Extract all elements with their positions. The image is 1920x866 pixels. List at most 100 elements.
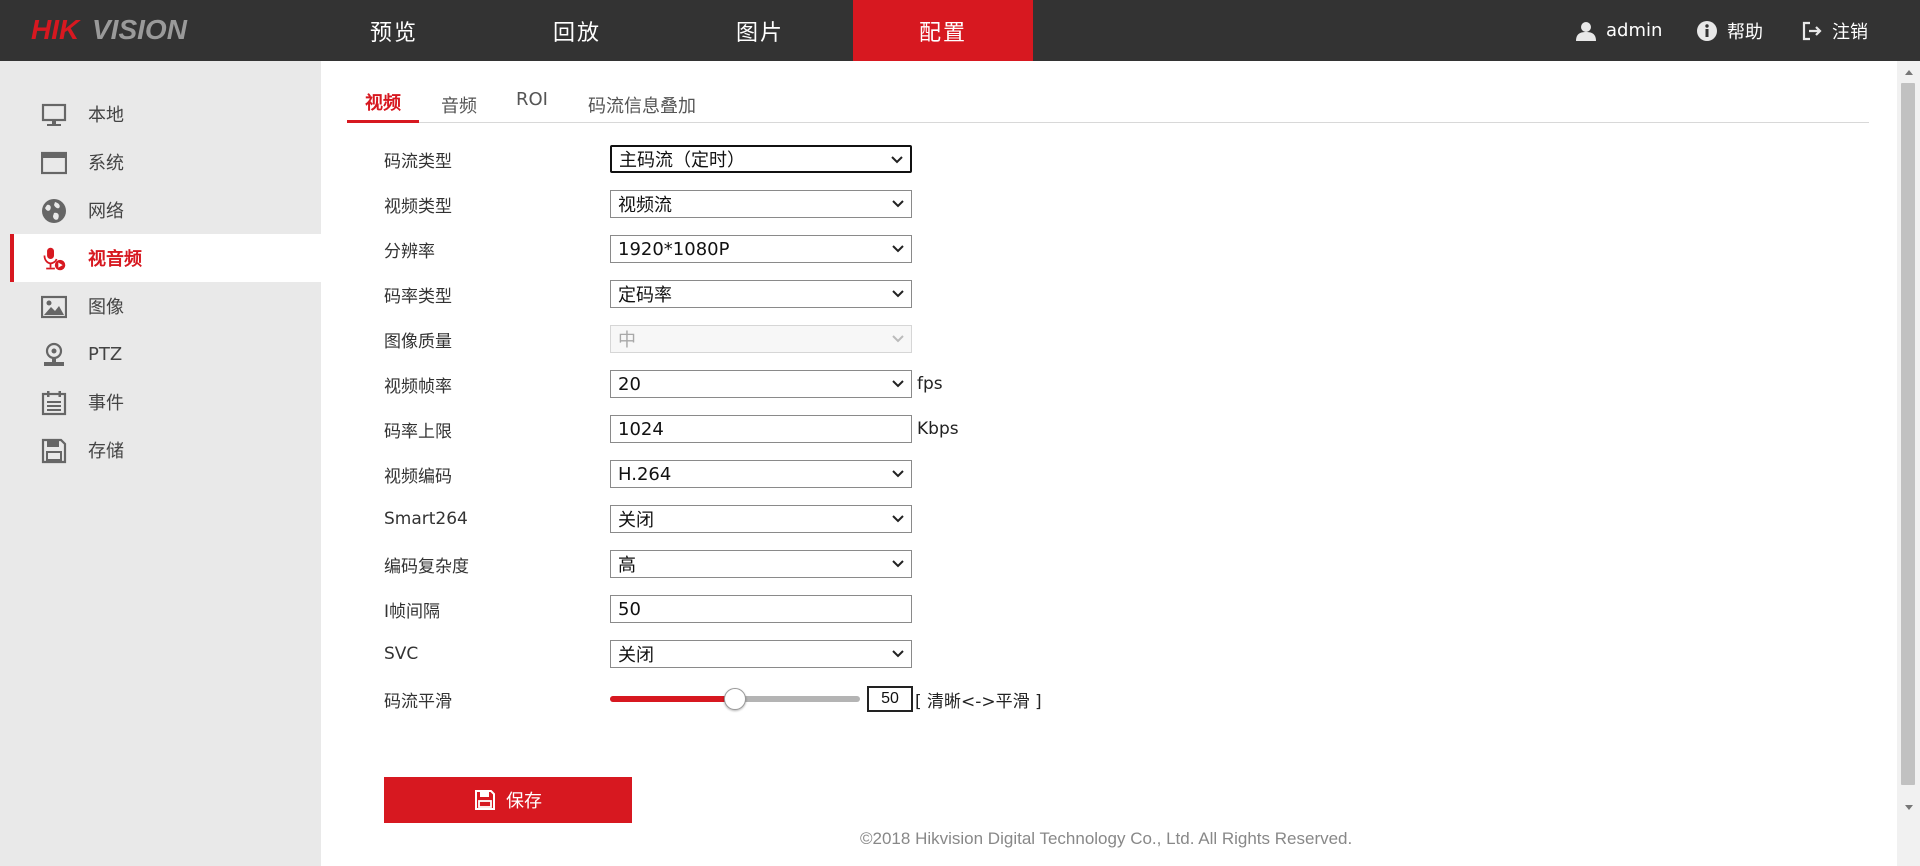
sidebar-item-label: 本地 xyxy=(88,105,124,126)
mic-play-icon xyxy=(41,246,67,272)
row-stream-smoothing: 码流平滑 50 [ 清晰<->平滑 ] xyxy=(384,685,1042,713)
chevron-down-icon xyxy=(892,470,904,478)
window-icon xyxy=(41,150,67,176)
resolution-label: 分辨率 xyxy=(384,241,435,262)
max-bitrate-label: 码率上限 xyxy=(384,421,452,442)
nav-tab-configuration[interactable]: 配置 xyxy=(853,0,1033,61)
tab-stream-info-overlay[interactable]: 码流信息叠加 xyxy=(588,92,696,126)
bitrate-type-value: 定码率 xyxy=(618,285,672,306)
max-bitrate-input[interactable]: 1024 xyxy=(610,415,912,443)
row-resolution: 分辨率 1920*1080P xyxy=(384,235,912,263)
chevron-down-icon xyxy=(892,200,904,208)
sidebar-item-image[interactable]: 图像 xyxy=(10,282,321,330)
nav-tab-picture[interactable]: 图片 xyxy=(670,0,850,61)
help-link[interactable]: 帮助 xyxy=(1695,0,1763,61)
help-label: 帮助 xyxy=(1727,21,1763,43)
encoding-complexity-select[interactable]: 高 xyxy=(610,550,912,578)
hikvision-logo: HIK VISION xyxy=(31,14,201,46)
calendar-icon xyxy=(41,390,67,416)
stream-type-label: 码流类型 xyxy=(384,151,452,172)
stream-smoothing-value-input[interactable]: 50 xyxy=(867,686,913,712)
user-icon xyxy=(1574,19,1598,43)
i-frame-interval-input[interactable]: 50 xyxy=(610,595,912,623)
row-i-frame-interval: I帧间隔 50 xyxy=(384,595,912,623)
username-label: admin xyxy=(1606,20,1663,41)
video-type-select[interactable]: 视频流 xyxy=(610,190,912,218)
i-frame-interval-label: I帧间隔 xyxy=(384,601,441,622)
nav-tab-playback[interactable]: 回放 xyxy=(487,0,667,61)
logout-icon xyxy=(1800,19,1824,43)
video-encoding-select[interactable]: H.264 xyxy=(610,460,912,488)
video-encoding-value: H.264 xyxy=(618,463,672,485)
sidebar-item-label: PTZ xyxy=(88,343,123,365)
sidebar-item-video-audio[interactable]: 视音频 xyxy=(10,234,321,282)
stream-type-select[interactable]: 主码流（定时） xyxy=(610,145,912,173)
frame-rate-unit: fps xyxy=(917,374,943,394)
sidebar: 本地 系统 网络 视音频 图像 PTZ 事件 存储 xyxy=(0,61,321,866)
app-root: HIK VISION 预览 回放 图片 配置 admin 帮助 注销 本地 系统… xyxy=(0,0,1920,866)
sidebar-item-ptz[interactable]: PTZ xyxy=(10,330,321,378)
copyright-footer: ©2018 Hikvision Digital Technology Co., … xyxy=(860,829,1353,848)
logout-label: 注销 xyxy=(1832,21,1868,43)
tab-audio[interactable]: 音频 xyxy=(441,92,477,126)
svg-text:VISION: VISION xyxy=(92,14,188,45)
svc-value: 关闭 xyxy=(618,645,654,666)
tab-video[interactable]: 视频 xyxy=(347,89,419,123)
sidebar-item-storage[interactable]: 存储 xyxy=(10,426,321,474)
smart264-select[interactable]: 关闭 xyxy=(610,505,912,533)
sidebar-item-label: 图像 xyxy=(88,297,124,318)
save-button[interactable]: 保存 xyxy=(384,777,632,823)
save-icon xyxy=(474,789,496,811)
monitor-icon xyxy=(41,102,67,128)
scrollbar-thumb[interactable] xyxy=(1901,83,1915,785)
row-video-encoding: 视频编码 H.264 xyxy=(384,460,912,488)
resolution-select[interactable]: 1920*1080P xyxy=(610,235,912,263)
sidebar-item-local[interactable]: 本地 xyxy=(10,90,321,138)
row-smart264: Smart264 关闭 xyxy=(384,505,912,533)
chevron-down-icon xyxy=(892,380,904,388)
row-stream-type: 码流类型 主码流（定时） xyxy=(384,145,912,173)
sidebar-item-system[interactable]: 系统 xyxy=(10,138,321,186)
chevron-down-icon xyxy=(892,515,904,523)
user-menu[interactable]: admin xyxy=(1574,0,1662,61)
sidebar-item-label: 网络 xyxy=(88,201,124,222)
scroll-up-arrow-icon[interactable] xyxy=(1897,61,1920,83)
logout-link[interactable]: 注销 xyxy=(1800,0,1868,61)
vertical-scrollbar[interactable] xyxy=(1897,61,1920,866)
slider-fill xyxy=(610,696,735,702)
sub-tabs: 视频 音频 ROI 码流信息叠加 xyxy=(347,61,1869,123)
globe-icon xyxy=(41,198,67,224)
content-panel: 视频 音频 ROI 码流信息叠加 码流类型 主码流（定时） 视频类型 视频流 分… xyxy=(321,61,1897,866)
info-icon xyxy=(1695,19,1719,43)
image-quality-value: 中 xyxy=(618,330,636,351)
stream-smoothing-slider[interactable] xyxy=(610,685,860,713)
chevron-down-icon xyxy=(891,156,903,164)
encoding-complexity-label: 编码复杂度 xyxy=(384,556,469,577)
video-encoding-label: 视频编码 xyxy=(384,466,452,487)
image-icon xyxy=(41,294,67,320)
row-video-type: 视频类型 视频流 xyxy=(384,190,912,218)
bitrate-type-label: 码率类型 xyxy=(384,286,452,307)
scroll-down-arrow-icon[interactable] xyxy=(1897,797,1920,819)
frame-rate-select[interactable]: 20 xyxy=(610,370,912,398)
resolution-value: 1920*1080P xyxy=(618,238,730,260)
chevron-down-icon xyxy=(892,650,904,658)
svc-select[interactable]: 关闭 xyxy=(610,640,912,668)
chevron-down-icon xyxy=(892,335,904,343)
nav-tab-preview[interactable]: 预览 xyxy=(304,0,484,61)
row-max-bitrate: 码率上限 1024 Kbps xyxy=(384,415,959,443)
bitrate-type-select[interactable]: 定码率 xyxy=(610,280,912,308)
save-button-label: 保存 xyxy=(506,791,542,812)
sidebar-item-event[interactable]: 事件 xyxy=(10,378,321,426)
max-bitrate-unit: Kbps xyxy=(917,419,959,439)
frame-rate-label: 视频帧率 xyxy=(384,376,452,397)
row-svc: SVC 关闭 xyxy=(384,640,912,668)
row-frame-rate: 视频帧率 20 fps xyxy=(384,370,943,398)
slider-handle[interactable] xyxy=(724,688,746,710)
sidebar-item-network[interactable]: 网络 xyxy=(10,186,321,234)
stream-type-value: 主码流（定时） xyxy=(619,150,745,171)
stream-smoothing-label: 码流平滑 xyxy=(384,691,452,712)
smart264-label: Smart264 xyxy=(384,509,468,529)
svg-text:HIK: HIK xyxy=(31,14,81,45)
tab-roi[interactable]: ROI xyxy=(516,89,548,123)
